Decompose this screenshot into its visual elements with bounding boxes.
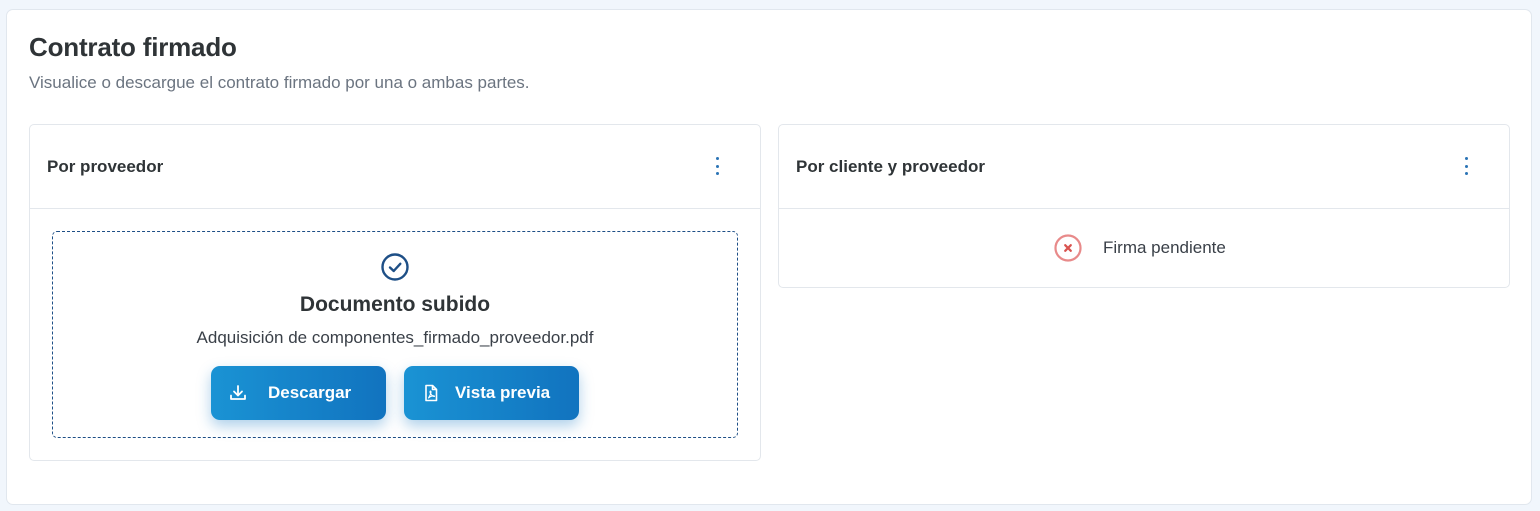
provider-card-title: Por proveedor [47, 157, 164, 176]
client-provider-card-header: Por cliente y proveedor [779, 125, 1509, 209]
download-icon [230, 385, 246, 400]
kebab-menu-icon[interactable] [709, 155, 725, 177]
provider-card: Por proveedor Documento subido Adquisici… [29, 124, 761, 461]
uploaded-document-zone: Documento subido Adquisición de componen… [52, 231, 738, 438]
page-title: Contrato firmado [29, 32, 237, 62]
preview-button-label: Vista previa [455, 383, 551, 402]
page-subtitle: Visualice o descargue el contrato firmad… [29, 73, 530, 92]
pending-signature-status: Firma pendiente [779, 209, 1509, 287]
client-provider-card-title: Por cliente y proveedor [796, 157, 985, 176]
preview-button[interactable]: Vista previa [404, 366, 579, 420]
kebab-menu-icon[interactable] [1458, 155, 1474, 177]
pending-signature-text: Firma pendiente [1103, 238, 1226, 257]
download-button-label: Descargar [268, 383, 352, 402]
signed-contract-panel: Contrato firmado Visualice o descargue e… [6, 9, 1532, 505]
x-circle-icon [1054, 234, 1082, 262]
document-status-title: Documento subido [299, 293, 491, 316]
provider-card-header: Por proveedor [30, 125, 760, 209]
document-file-name: Adquisición de componentes_firmado_prove… [196, 328, 594, 347]
pdf-file-icon [425, 384, 438, 402]
client-provider-card: Por cliente y proveedor Firma pendiente [778, 124, 1510, 288]
check-circle-icon [381, 253, 409, 281]
download-button[interactable]: Descargar [211, 366, 386, 420]
